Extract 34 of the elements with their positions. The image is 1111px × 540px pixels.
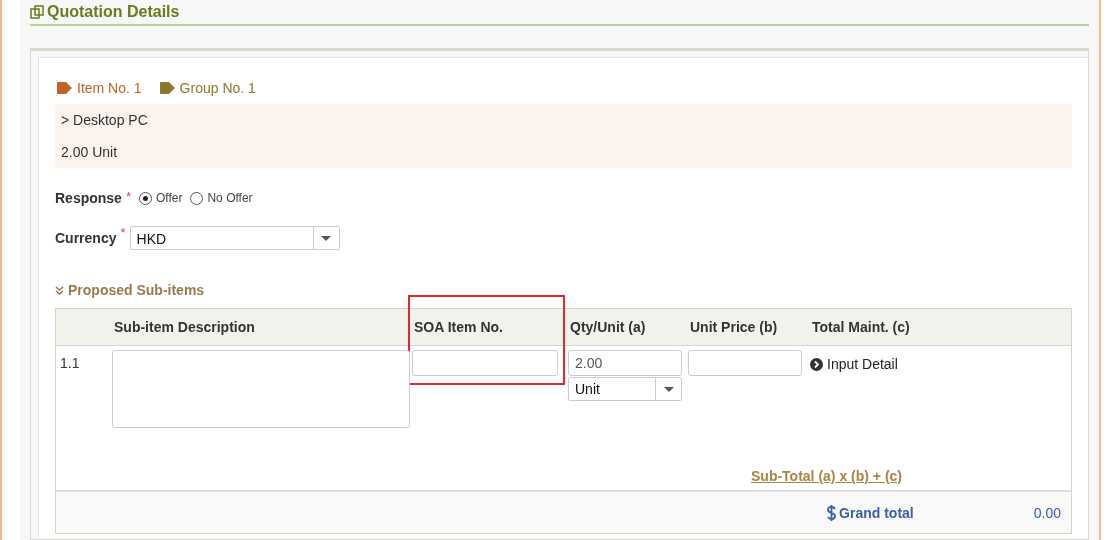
caret-icon — [663, 386, 674, 392]
column-header: Total Maint. (c) — [811, 319, 910, 335]
chevron-down-icon — [55, 285, 64, 295]
row-number: 1.1 — [59, 354, 81, 371]
column-header: Unit Price (b) — [689, 319, 778, 335]
dollar-icon — [827, 504, 837, 521]
grand-total-label: Grand total — [839, 504, 914, 521]
currency-select[interactable]: HKD — [129, 226, 340, 250]
chevron-circle-icon — [810, 357, 823, 371]
description-field[interactable] — [112, 350, 410, 428]
copy-icon — [30, 5, 44, 19]
subitems-title: Proposed Sub-items — [68, 282, 205, 298]
response-label: Response — [55, 190, 122, 206]
item-quantity: 2.00 Unit — [61, 144, 119, 160]
required-mark: * — [125, 189, 131, 204]
column-header: Sub-item Description — [113, 319, 255, 335]
column-header: Qty/Unit (a) — [569, 319, 646, 335]
unit-select[interactable]: Unit — [568, 377, 682, 401]
radio-label: No Offer — [207, 191, 253, 205]
radio-label: Offer — [156, 191, 183, 205]
unit-price-field[interactable] — [688, 350, 802, 376]
required-mark: * — [120, 225, 126, 240]
qty-field[interactable]: 2.00 — [568, 350, 682, 376]
caret-icon — [321, 235, 332, 241]
input-detail-link[interactable]: Input Detail — [810, 350, 1071, 372]
currency-label: Currency — [55, 230, 117, 246]
soa-item-field[interactable] — [412, 350, 558, 376]
item-name: > Desktop PC — [61, 112, 149, 128]
section-title: Quotation Details — [47, 3, 180, 21]
grand-total-value: 0.00 — [1033, 504, 1061, 521]
tag-label: Group No. 1 — [179, 80, 256, 96]
subtotal-link[interactable]: Sub-Total (a) x (b) + (c) — [751, 468, 902, 484]
tag-label: Item No. 1 — [77, 80, 142, 96]
column-header: SOA Item No. — [413, 319, 503, 335]
